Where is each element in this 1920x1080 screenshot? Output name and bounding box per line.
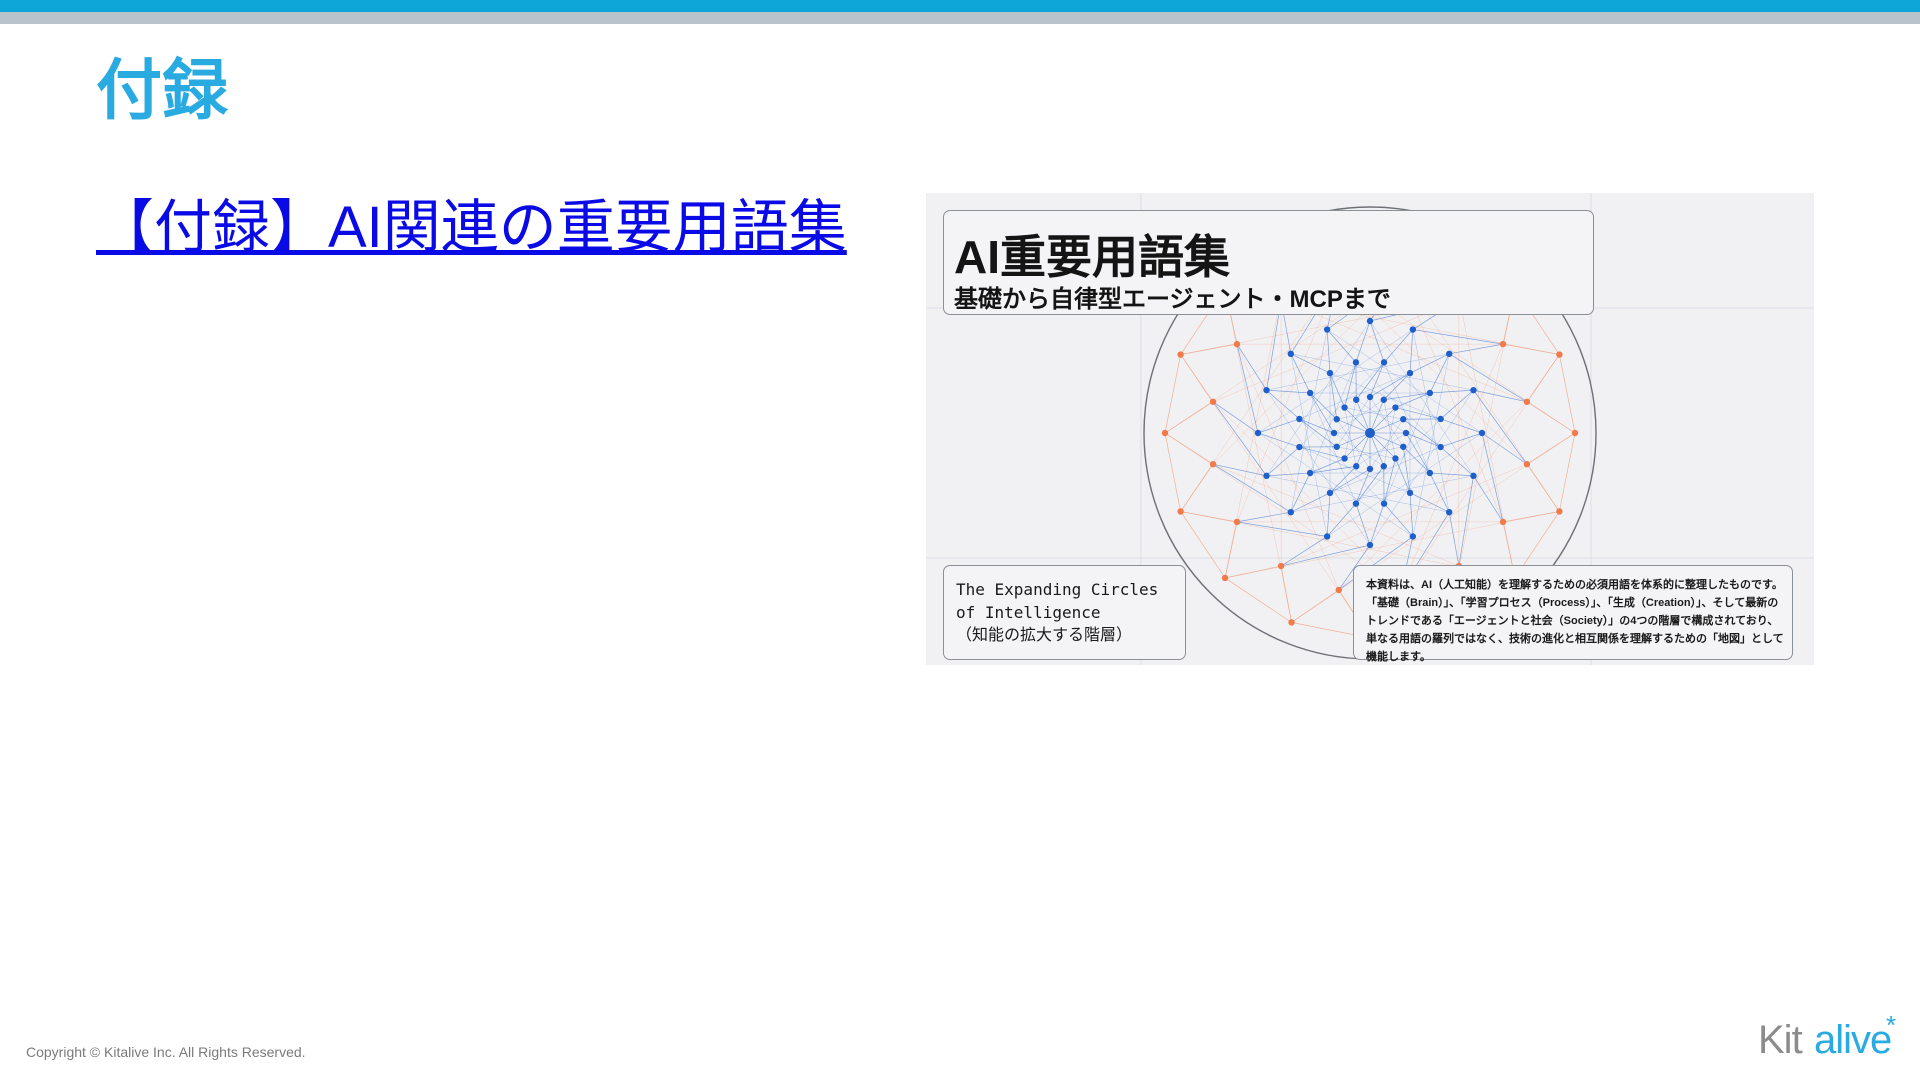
thumbnail-description: 本資料は、AI（人工知能）を理解するための必須用語を体系的に整理したものです。「… xyxy=(1366,579,1784,663)
glossary-link[interactable]: 【付録】AI関連の重要用語集 xyxy=(96,190,847,266)
header-accent-bar xyxy=(0,0,1920,12)
logo-asterisk-icon: * xyxy=(1886,1010,1897,1040)
thumbnail-subtitle: 基礎から自律型エージェント・MCPまで xyxy=(954,286,1391,313)
glossary-thumbnail-image[interactable]: AI重要用語集 基礎から自律型エージェント・MCPまで The Expandin… xyxy=(926,193,1814,665)
circles-caption-line1: The Expanding Circles xyxy=(956,580,1159,599)
logo-text-kit: Kit xyxy=(1758,1018,1803,1062)
circles-caption-line2: of Intelligence xyxy=(956,603,1101,622)
logo-text-alive: alive xyxy=(1814,1018,1892,1062)
slide-title: 付録 xyxy=(96,53,228,127)
thumbnail-circles-card: The Expanding Circles of Intelligence （知… xyxy=(943,565,1186,660)
kitalive-logo: Kit alive * xyxy=(1758,1010,1908,1066)
copyright-text: Copyright © Kitalive Inc. All Rights Res… xyxy=(26,1044,306,1060)
thumbnail-description-card: 本資料は、AI（人工知能）を理解するための必須用語を体系的に整理したものです。「… xyxy=(1353,565,1793,663)
circles-caption-line3: （知能の拡大する階層） xyxy=(956,627,1133,644)
thumbnail-title: AI重要用語集 xyxy=(954,231,1230,283)
thumbnail-title-card: AI重要用語集 基礎から自律型エージェント・MCPまで xyxy=(943,210,1594,315)
header-gray-bar xyxy=(0,12,1920,24)
